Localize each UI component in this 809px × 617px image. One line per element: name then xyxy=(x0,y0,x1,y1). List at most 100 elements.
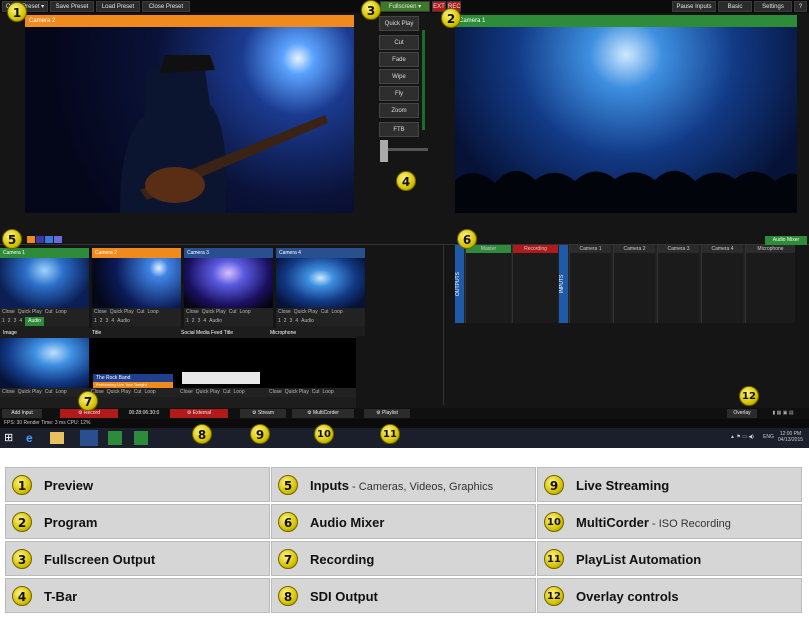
folder-icon[interactable] xyxy=(50,432,64,444)
input-image[interactable]: Image Close Quick Play Cut Loop xyxy=(0,328,89,416)
overlay-button[interactable]: Overlay xyxy=(727,409,757,418)
cut-link[interactable]: Cut xyxy=(223,388,231,397)
wipe-button[interactable]: Wipe xyxy=(379,69,419,84)
clock[interactable]: 12:00 PM 04/13/2015 xyxy=(778,431,803,443)
overlay-icons[interactable]: ▮ ▦ ▣ ▤ xyxy=(760,409,806,418)
color-tab-lightblue[interactable] xyxy=(45,236,53,243)
cut-link[interactable]: Cut xyxy=(312,388,320,397)
audio-mixer-button[interactable]: Audio Mixer xyxy=(765,236,807,245)
multicorder-button[interactable]: ⚙ MultiCorder xyxy=(292,409,354,418)
quick-play-link[interactable]: Quick Play xyxy=(110,308,134,317)
num-2[interactable]: 2 xyxy=(100,317,103,326)
num-2[interactable]: 2 xyxy=(8,317,11,326)
quick-play-link[interactable]: Quick Play xyxy=(196,388,220,397)
quick-play-link[interactable]: Quick Play xyxy=(107,388,131,397)
stream-button[interactable]: ⚙ Stream xyxy=(240,409,286,418)
loop-link[interactable]: Loop xyxy=(55,308,66,317)
input-camera-3[interactable]: Camera 3 Close Quick Play Cut Loop 1 2 3 4 Audi… xyxy=(184,248,273,336)
channel-camera-1[interactable]: Camera 1 xyxy=(569,245,611,323)
basic-button[interactable]: Basic xyxy=(718,1,752,12)
ftb-button[interactable]: FTB xyxy=(379,122,419,137)
help-button[interactable]: ? xyxy=(794,1,807,12)
num-4[interactable]: 4 xyxy=(111,317,114,326)
loop-link[interactable]: Loop xyxy=(322,388,333,397)
audio-toggle[interactable]: Audio xyxy=(117,317,130,326)
close-link[interactable]: Close xyxy=(278,308,291,317)
input-social-media[interactable]: Social Media Feed Title Close Quick Play C… xyxy=(178,328,267,416)
loop-link[interactable]: Loop xyxy=(144,388,155,397)
close-link[interactable]: Close xyxy=(94,308,107,317)
num-1[interactable]: 1 xyxy=(278,317,281,326)
num-3[interactable]: 3 xyxy=(106,317,109,326)
quick-play-link[interactable]: Quick Play xyxy=(294,308,318,317)
zoom-button[interactable]: Zoom xyxy=(379,103,419,118)
channel-camera-2[interactable]: Camera 2 xyxy=(613,245,655,323)
cut-link[interactable]: Cut xyxy=(321,308,329,317)
playlist-button[interactable]: ⚙ Playlist xyxy=(364,409,410,418)
external-button[interactable]: ⚙ External xyxy=(170,409,228,418)
settings-button[interactable]: Settings xyxy=(754,1,792,12)
close-link[interactable]: Close xyxy=(269,388,282,397)
cut-link[interactable]: Cut xyxy=(229,308,237,317)
vmix-app-icon[interactable] xyxy=(80,430,98,446)
close-link[interactable]: Close xyxy=(186,308,199,317)
cut-button[interactable]: Cut xyxy=(379,35,419,50)
num-3[interactable]: 3 xyxy=(198,317,201,326)
windows-start-icon[interactable]: ⊞ xyxy=(4,432,16,444)
input-camera-2[interactable]: Camera 2 Close Quick Play Cut Loop 1 2 3 4 Audi… xyxy=(92,248,181,336)
preview-screen[interactable]: Camera 2 xyxy=(25,15,354,213)
audio-toggle[interactable]: Audio xyxy=(301,317,314,326)
audio-toggle[interactable]: Audio xyxy=(25,317,44,326)
quick-play-link[interactable]: Quick Play xyxy=(285,388,309,397)
input-title[interactable]: Title The Rock Band Performing Live Tour… xyxy=(89,328,178,416)
close-link[interactable]: Close xyxy=(180,388,193,397)
num-1[interactable]: 1 xyxy=(186,317,189,326)
close-link[interactable]: Close xyxy=(2,308,15,317)
quick-play-link[interactable]: Quick Play xyxy=(18,308,42,317)
program-screen[interactable]: Camera 1 xyxy=(455,15,797,213)
fade-button[interactable]: Fade xyxy=(379,52,419,67)
input-microphone[interactable]: Microphone Close Quick Play Cut Loop xyxy=(267,328,356,416)
cut-link[interactable]: Cut xyxy=(134,388,142,397)
loop-link[interactable]: Loop xyxy=(233,388,244,397)
color-tab-orange[interactable] xyxy=(27,236,35,243)
channel-camera-3[interactable]: Camera 3 xyxy=(657,245,699,323)
quick-play-button[interactable]: Quick Play xyxy=(379,16,419,31)
input-camera-4[interactable]: Camera 4 Close Quick Play Cut Loop 1 2 3 4 Audi… xyxy=(276,248,365,336)
app-icon-green-2[interactable] xyxy=(134,431,148,445)
loop-link[interactable]: Loop xyxy=(55,388,66,397)
cut-link[interactable]: Cut xyxy=(137,308,145,317)
quick-play-link[interactable]: Quick Play xyxy=(18,388,42,397)
num-2[interactable]: 2 xyxy=(192,317,195,326)
num-2[interactable]: 2 xyxy=(284,317,287,326)
fullscreen-button[interactable]: Fullscreen ▾ xyxy=(380,1,430,12)
input-camera-1[interactable]: Camera 1 Close Quick Play Cut Loop 1 2 3 4 Audi… xyxy=(0,248,89,336)
num-3[interactable]: 3 xyxy=(290,317,293,326)
load-preset-button[interactable]: Load Preset xyxy=(96,1,140,12)
cut-link[interactable]: Cut xyxy=(45,308,53,317)
channel-microphone[interactable]: Microphone xyxy=(745,245,795,323)
recording-strip[interactable]: Recording xyxy=(512,245,558,323)
num-1[interactable]: 1 xyxy=(94,317,97,326)
loop-link[interactable]: Loop xyxy=(147,308,158,317)
num-3[interactable]: 3 xyxy=(14,317,17,326)
loop-link[interactable]: Loop xyxy=(331,308,342,317)
tray-icons[interactable]: ▲ ⚑ ▭ ◀) xyxy=(730,434,760,440)
save-preset-button[interactable]: Save Preset xyxy=(50,1,94,12)
t-bar-handle[interactable] xyxy=(380,140,388,162)
add-input-button[interactable]: Add Input xyxy=(2,409,42,418)
quick-play-link[interactable]: Quick Play xyxy=(202,308,226,317)
language-indicator[interactable]: ENG xyxy=(763,434,774,440)
color-tab-purple[interactable] xyxy=(54,236,62,243)
channel-camera-4[interactable]: Camera 4 xyxy=(701,245,743,323)
cut-link[interactable]: Cut xyxy=(45,388,53,397)
ie-icon[interactable]: e xyxy=(26,431,40,445)
close-link[interactable]: Close xyxy=(2,388,15,397)
color-tab-blue[interactable] xyxy=(36,236,44,243)
num-1[interactable]: 1 xyxy=(2,317,5,326)
close-preset-button[interactable]: Close Preset xyxy=(142,1,190,12)
loop-link[interactable]: Loop xyxy=(239,308,250,317)
num-4[interactable]: 4 xyxy=(295,317,298,326)
audio-toggle[interactable]: Audio xyxy=(209,317,222,326)
pause-inputs-button[interactable]: Pause Inputs xyxy=(672,1,716,12)
